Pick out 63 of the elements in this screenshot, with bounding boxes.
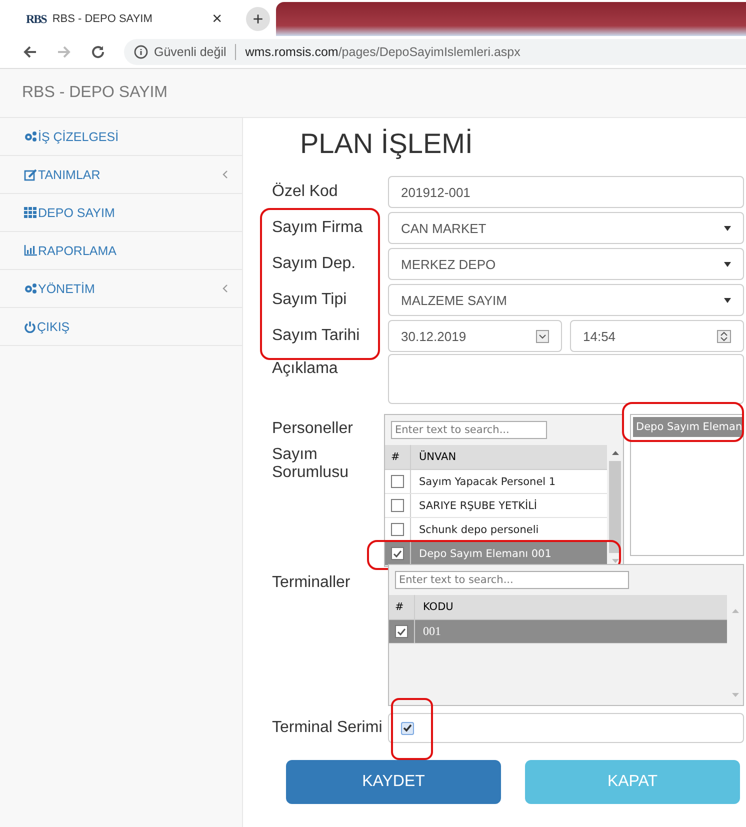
dropdown[interactable]: MALZEME SAYIM [388, 284, 744, 316]
edit-icon [24, 168, 37, 180]
checkbox[interactable] [401, 722, 414, 734]
field-label: Özel Kod [272, 183, 339, 201]
time-field[interactable]: 14:54 [570, 320, 744, 352]
app-title[interactable]: RBS - DEPO SAYIM [22, 84, 168, 102]
page-title: PLAN İŞLEMİ [300, 127, 474, 161]
field-label: Sayım Tipi [272, 291, 348, 309]
field-label: Terminaller [272, 573, 352, 592]
grid-row[interactable]: Sayım Yapacak Personel 1 [385, 470, 607, 494]
power-icon [24, 320, 36, 332]
spin-icon[interactable] [717, 330, 731, 342]
sidebar-item[interactable]: DEPO SAYIM [0, 194, 242, 232]
search-field[interactable]: Enter text to search... [395, 571, 629, 589]
close-tab-button[interactable]: × [212, 9, 222, 29]
search-field[interactable]: Enter text to search... [391, 421, 547, 439]
dropdown[interactable]: CAN MARKET [388, 212, 744, 244]
security-label: Güvenli değil [154, 45, 226, 59]
column-header: # [389, 595, 415, 619]
field-label: Sayım Tarihi [272, 327, 361, 345]
sidebar-item[interactable]: İŞ ÇİZELGESİ [0, 118, 242, 156]
column-header: ÜNVAN [418, 451, 456, 463]
dropdown-toggle-icon[interactable] [536, 330, 549, 342]
field-label: Terminal Serimi [272, 719, 384, 737]
address-bar[interactable]: Güvenli değil wms.romsis.com/pages/DepoSayimIslemleri.aspx [124, 39, 746, 65]
checkbox[interactable] [391, 475, 404, 488]
field-label: Sayım Firma [272, 219, 364, 237]
tab-title: RBS - DEPO SAYIM [52, 13, 154, 25]
field-label: Sayım Sorumlusu [272, 446, 350, 482]
field-label: Açıklama [272, 359, 339, 378]
back-icon[interactable] [22, 44, 38, 60]
sidebar-item[interactable]: YÖNETİM [0, 270, 242, 308]
grid-icon [24, 207, 37, 218]
gears-icon [24, 131, 37, 142]
caret-icon [724, 298, 731, 302]
scroll-up-icon[interactable] [612, 451, 618, 455]
text-field[interactable]: 201912-001 [388, 176, 744, 208]
gears-icon [24, 283, 37, 294]
save-button[interactable]: KAYDET [286, 760, 501, 804]
info-icon[interactable] [134, 45, 148, 59]
reload-icon[interactable] [90, 44, 106, 60]
field-label: Sayım Dep. [272, 255, 357, 273]
checkbox[interactable] [391, 499, 404, 512]
checkbox[interactable] [395, 625, 408, 638]
bar-chart-icon [24, 245, 37, 256]
date-field[interactable]: 30.12.2019 [388, 320, 562, 352]
checkbox[interactable] [391, 547, 404, 560]
description-field[interactable] [388, 354, 744, 404]
checkbox[interactable] [391, 523, 404, 536]
sidebar-item[interactable]: RAPORLAMA [0, 232, 242, 270]
column-header: KODU [422, 601, 454, 613]
sidebar-item[interactable]: TANIMLAR [0, 156, 242, 194]
caret-icon [724, 262, 731, 266]
caret-icon [724, 226, 731, 230]
url-text: wms.romsis.com/pages/DepoSayimIslemleri.aspx [245, 45, 520, 59]
field-label: Personeller [272, 420, 354, 438]
sidebar-item[interactable]: ÇIKIŞ [0, 308, 242, 346]
grid-row[interactable]: SARIYE RŞUBE YETKİLİ [385, 494, 607, 518]
column-header: # [385, 445, 411, 469]
dropdown[interactable]: MERKEZ DEPO [388, 248, 744, 280]
scrollbar-thumb[interactable] [609, 461, 621, 553]
new-tab-button[interactable]: + [246, 7, 270, 31]
tab-logo: RBS [26, 12, 46, 26]
